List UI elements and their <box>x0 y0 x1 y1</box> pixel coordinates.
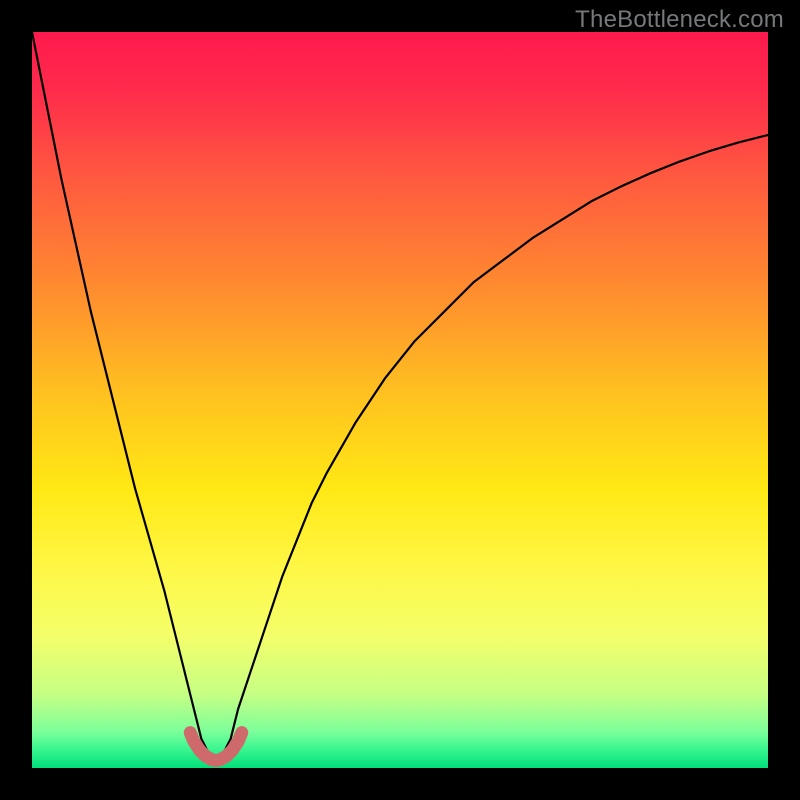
gradient-background <box>32 32 768 768</box>
plot-area <box>32 32 768 768</box>
watermark-label: TheBottleneck.com <box>575 6 784 34</box>
chart-svg <box>32 32 768 768</box>
chart-frame: TheBottleneck.com <box>0 0 800 800</box>
